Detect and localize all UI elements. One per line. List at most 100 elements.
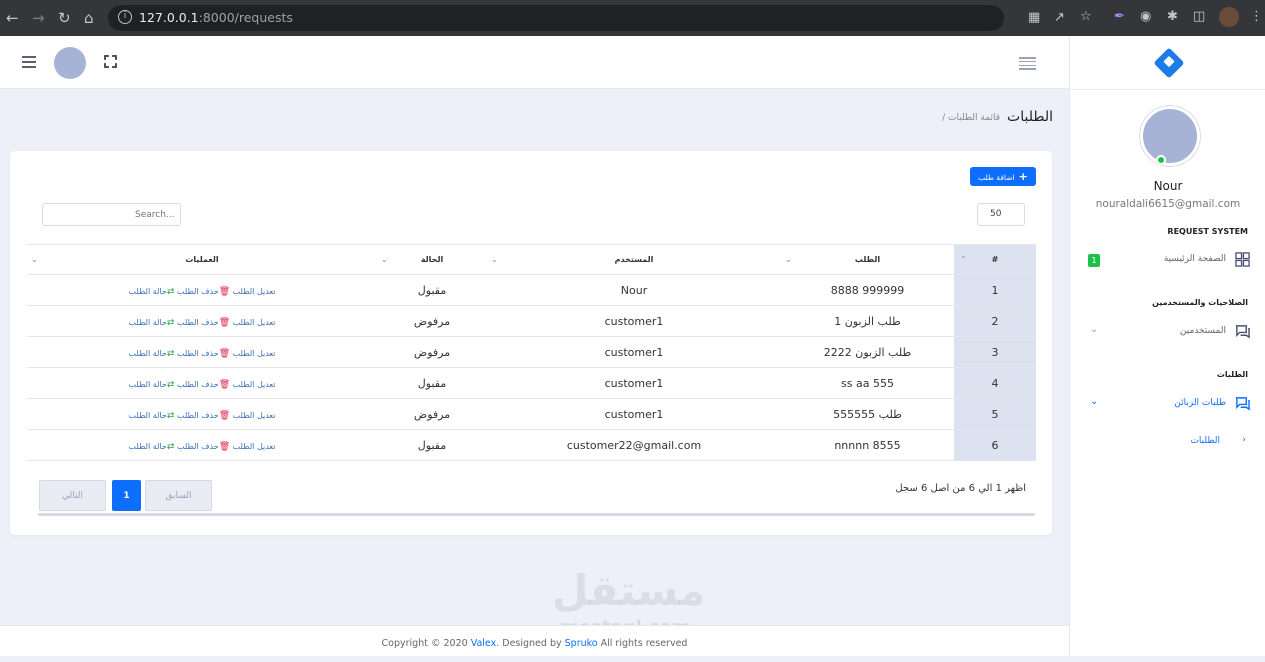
change-status-link[interactable]: حالة الطلب <box>128 349 166 358</box>
table-row: تعديل الطلب 🗑حذف الطلب ⇄حالة الطلب مرفوض c… <box>27 336 1036 368</box>
change-status-link[interactable]: حالة الطلب <box>128 411 166 420</box>
edit-request-link[interactable]: تعديل الطلب <box>233 411 276 420</box>
sidebar: Nour nouraldali6615@gmail.com REQUEST SY… <box>1069 36 1265 656</box>
delete-request-link[interactable]: حذف الطلب <box>177 287 219 296</box>
dashboard-grid-icon <box>1235 252 1250 267</box>
camera-extension-icon[interactable]: ◉ <box>1140 9 1151 24</box>
horizontal-scrollbar[interactable] <box>38 513 1035 516</box>
browser-toolbar: ← → ↻ ⌂ i 127.0.0.1:8000/requests ▦ ↗ ☆ … <box>0 0 1265 36</box>
row-actions: تعديل الطلب 🗑حذف الطلب ⇄حالة الطلب <box>27 367 377 399</box>
requests-table: ⌄ العمليات ⌄ الحالة ⌄ المستخدم ⌄ الطلب ⌃ # تع… <box>27 244 1036 461</box>
address-bar[interactable]: i 127.0.0.1:8000/requests ▦ ↗ ☆ <box>108 5 1092 31</box>
sidebar-item-home[interactable]: 1 الصفحة الرئيسية <box>1070 250 1265 272</box>
breadcrumb[interactable]: / قائمة الطلبات <box>942 113 1000 123</box>
change-status-link[interactable]: حالة الطلب <box>128 318 166 327</box>
search-input[interactable] <box>42 203 181 226</box>
forward-icon[interactable]: → <box>32 9 45 27</box>
back-icon[interactable]: ← <box>6 9 19 27</box>
edit-request-link[interactable]: تعديل الطلب <box>233 287 276 296</box>
row-actions: تعديل الطلب 🗑حذف الطلب ⇄حالة الطلب <box>27 336 377 368</box>
sort-icon: ⌃ <box>960 255 967 264</box>
change-status-link[interactable]: حالة الطلب <box>128 442 166 451</box>
page-size-select[interactable]: 50 <box>977 203 1025 226</box>
delete-request-link[interactable]: حذف الطلب <box>177 411 219 420</box>
next-page-button[interactable]: التالي <box>39 480 106 511</box>
table-row: تعديل الطلب 🗑حذف الطلب ⇄حالة الطلب مرفوض c… <box>27 305 1036 337</box>
logo-icon[interactable] <box>1153 47 1185 79</box>
delete-request-link[interactable]: حذف الطلب <box>177 318 219 327</box>
trash-icon[interactable]: 🗑 <box>219 349 230 359</box>
row-user: customer22@gmail.com <box>487 429 781 461</box>
hamburger-icon[interactable] <box>22 56 36 68</box>
edit-request-link[interactable]: تعديل الطلب <box>233 349 276 358</box>
delete-request-link[interactable]: حذف الطلب <box>177 380 219 389</box>
sort-icon: ⌄ <box>31 255 38 264</box>
fullscreen-icon[interactable] <box>104 55 117 68</box>
sidebar-item-customer-requests[interactable]: ⌄ طلبات الزبائن <box>1070 394 1265 416</box>
home-count-badge: 1 <box>1088 254 1100 267</box>
sidebar-toggle-icon[interactable] <box>1019 57 1036 70</box>
row-user: customer1 <box>487 305 781 337</box>
extensions-puzzle-icon[interactable]: ✱ <box>1167 9 1178 24</box>
profile-avatar[interactable] <box>1219 7 1239 27</box>
column-header-status[interactable]: ⌄ الحالة <box>377 244 487 275</box>
row-request: طلب الزبون 1 <box>781 305 954 337</box>
sidebar-item-label: الطلبات <box>1190 436 1220 446</box>
change-status-link[interactable]: حالة الطلب <box>128 380 166 389</box>
row-number: 3 <box>954 336 1036 368</box>
more-menu-icon[interactable]: ⋮ <box>1250 9 1263 24</box>
column-header-actions[interactable]: ⌄ العمليات <box>27 244 377 275</box>
page-1-button[interactable]: 1 <box>112 480 141 511</box>
url-host: 127.0.0.1 <box>139 10 199 25</box>
reload-icon[interactable]: ↻ <box>58 9 71 27</box>
row-number: 5 <box>954 398 1036 430</box>
trash-icon[interactable]: 🗑 <box>219 318 230 328</box>
edit-request-link[interactable]: تعديل الطلب <box>233 318 276 327</box>
chat-icon <box>1235 325 1250 339</box>
delete-request-link[interactable]: حذف الطلب <box>177 442 219 451</box>
change-status-link[interactable]: حالة الطلب <box>128 287 166 296</box>
trash-icon[interactable]: 🗑 <box>219 411 230 421</box>
swap-arrows-icon[interactable]: ⇄ <box>167 318 175 328</box>
row-number: 2 <box>954 305 1036 337</box>
sidebar-subitem-requests[interactable]: الطلبات › <box>1070 432 1265 454</box>
chevron-down-icon: ⌄ <box>1090 324 1099 335</box>
trash-icon[interactable]: 🗑 <box>219 287 230 297</box>
user-email: nouraldali6615@gmail.com <box>1095 198 1241 210</box>
column-header-number[interactable]: ⌃ # <box>954 244 1036 275</box>
trash-icon[interactable]: 🗑 <box>219 442 230 452</box>
row-actions: تعديل الطلب 🗑حذف الطلب ⇄حالة الطلب <box>27 274 377 306</box>
edit-request-link[interactable]: تعديل الطلب <box>233 442 276 451</box>
row-request: طلب الزبون 2222 <box>781 336 954 368</box>
prev-page-button[interactable]: السابق <box>145 480 212 511</box>
column-header-user[interactable]: ⌄ المستخدم <box>487 244 781 275</box>
footer-brand-link[interactable]: Valex <box>471 638 497 649</box>
pagination-info: اظهر 1 الي 6 من اصل 6 سجل <box>895 483 1026 494</box>
bookmark-star-icon[interactable]: ☆ <box>1080 9 1092 24</box>
pen-extension-icon[interactable]: ✒ <box>1114 9 1125 24</box>
translate-icon[interactable]: ▦ <box>1028 10 1040 25</box>
swap-arrows-icon[interactable]: ⇄ <box>167 411 175 421</box>
column-header-request[interactable]: ⌄ الطلب <box>781 244 954 275</box>
swap-arrows-icon[interactable]: ⇄ <box>167 349 175 359</box>
sort-icon: ⌄ <box>491 255 498 264</box>
sidepanel-icon[interactable]: ◫ <box>1193 9 1205 24</box>
delete-request-link[interactable]: حذف الطلب <box>177 349 219 358</box>
home-icon[interactable]: ⌂ <box>84 9 94 27</box>
add-request-label: اضافة طلب <box>978 173 1015 182</box>
row-status: مقبول <box>377 429 487 461</box>
swap-arrows-icon[interactable]: ⇄ <box>167 380 175 390</box>
edit-request-link[interactable]: تعديل الطلب <box>233 380 276 389</box>
swap-arrows-icon[interactable]: ⇄ <box>167 287 175 297</box>
row-number: 4 <box>954 367 1036 399</box>
footer-designer-link[interactable]: Spruko <box>565 638 598 649</box>
site-info-icon[interactable]: i <box>118 10 132 24</box>
sidebar-item-users[interactable]: ⌄ المستخدمين <box>1070 322 1265 344</box>
header-avatar[interactable] <box>54 47 86 79</box>
trash-icon[interactable]: 🗑 <box>219 380 230 390</box>
table-row: تعديل الطلب 🗑حذف الطلب ⇄حالة الطلب مقبول N… <box>27 274 1036 306</box>
sidebar-item-label: المستخدمين <box>1179 326 1226 336</box>
swap-arrows-icon[interactable]: ⇄ <box>167 442 175 452</box>
add-request-button[interactable]: اضافة طلب + <box>970 167 1036 186</box>
share-icon[interactable]: ↗ <box>1054 10 1065 25</box>
